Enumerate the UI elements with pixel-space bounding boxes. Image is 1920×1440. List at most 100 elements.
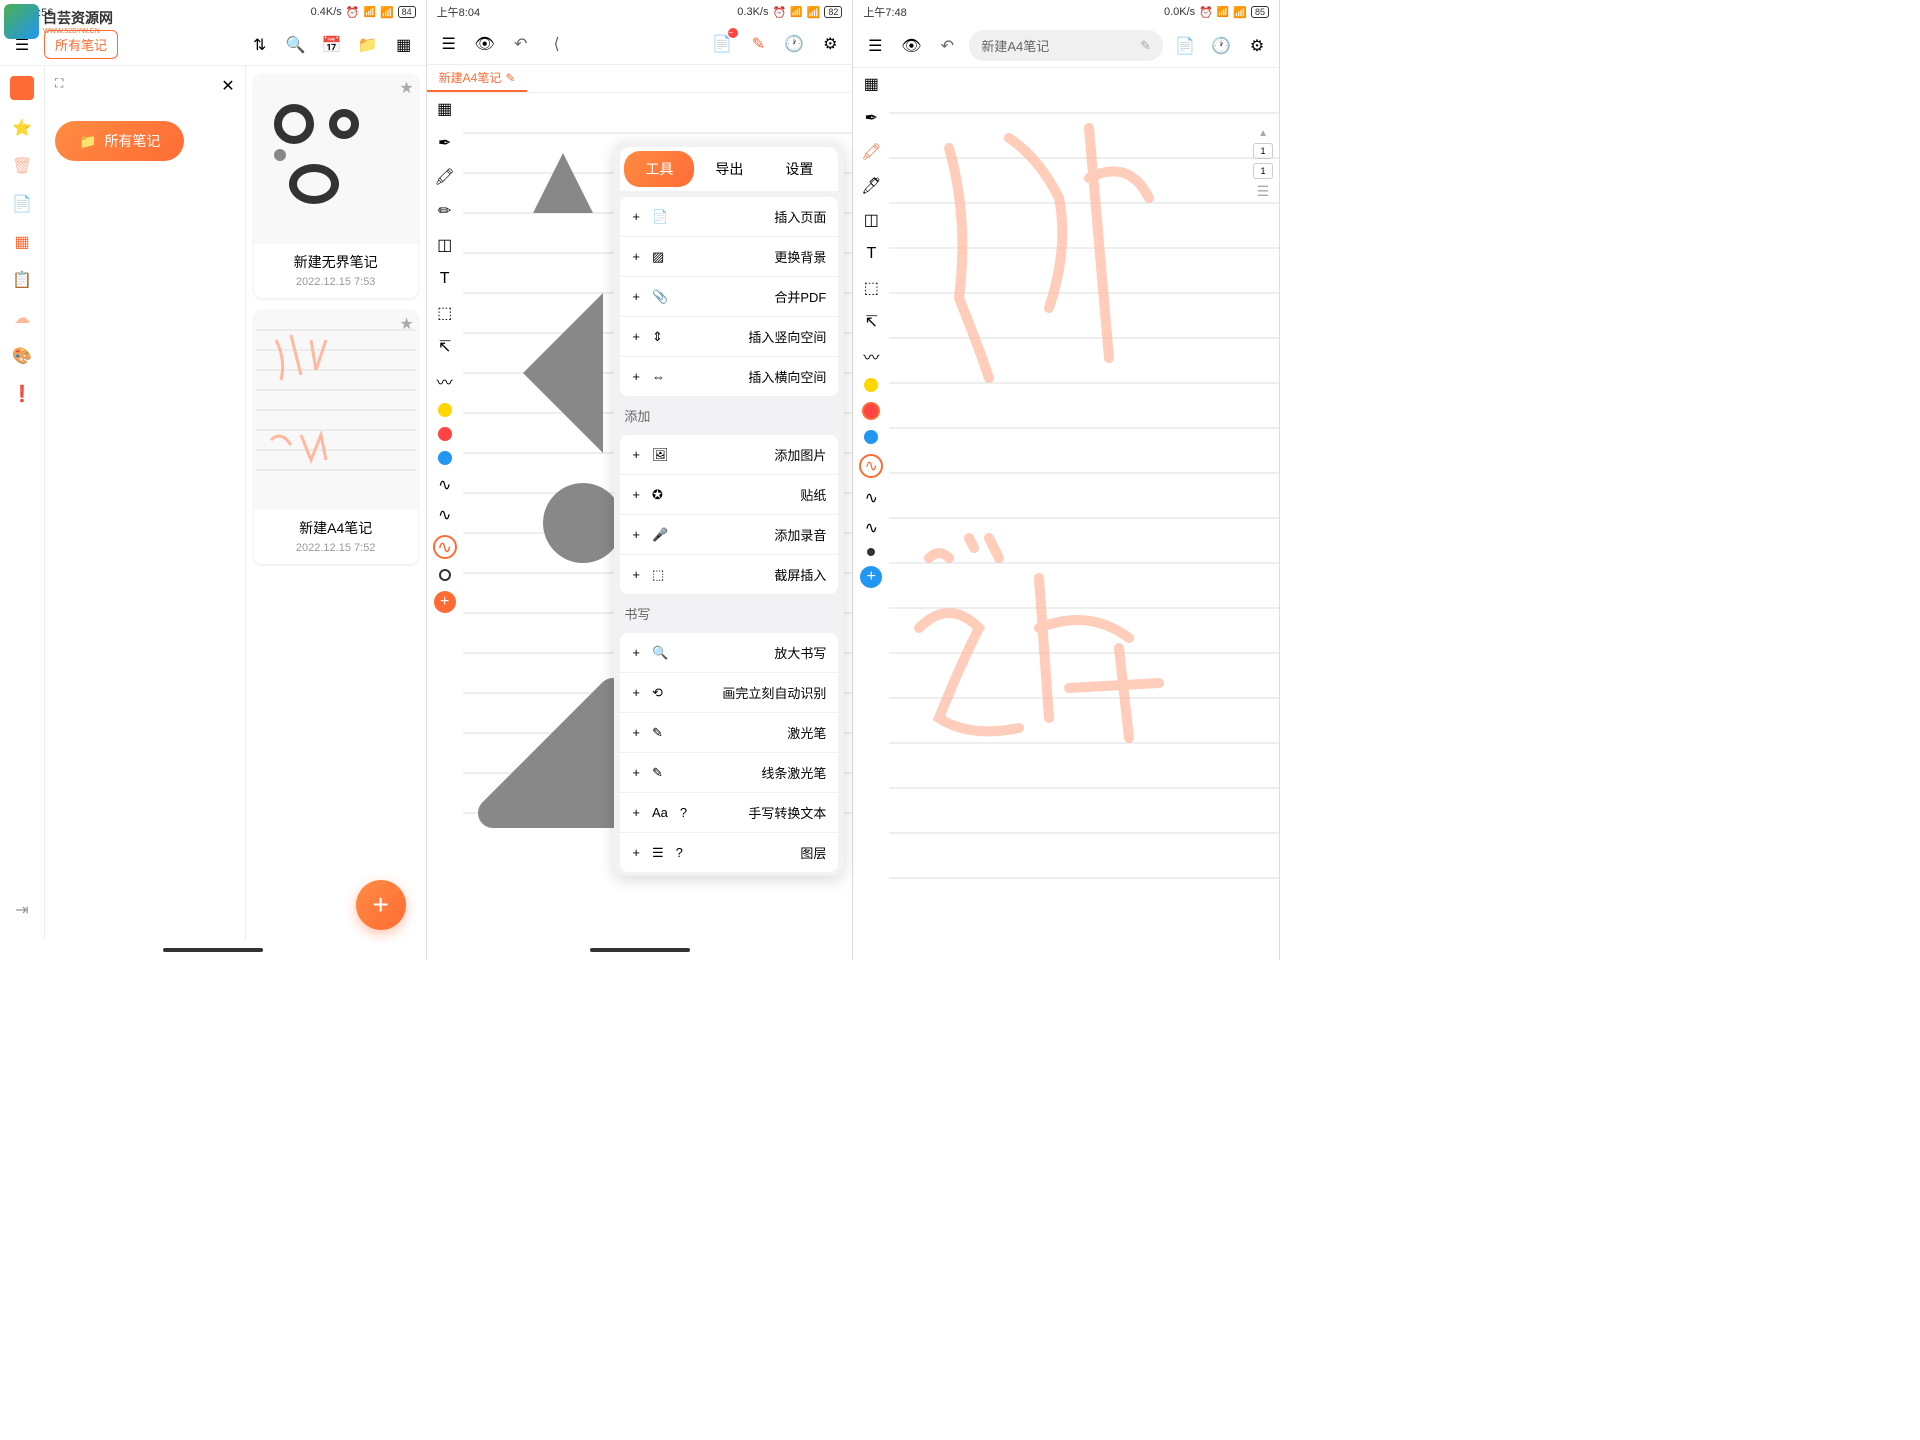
note-card[interactable]: ★ 新建A4笔记 2022.12.15 7:5 — [254, 310, 418, 564]
calendar-icon[interactable]: 📅 — [318, 31, 346, 59]
clock-icon[interactable]: 🕐 — [1207, 32, 1235, 60]
sort-icon[interactable]: ⇅ — [246, 31, 274, 59]
eye-icon[interactable]: 👁 — [897, 32, 925, 60]
folder-icon[interactable]: 📁 — [354, 31, 382, 59]
size-large[interactable] — [439, 569, 451, 581]
marker-icon[interactable]: 🖍 — [859, 140, 883, 164]
sidebar-notes-icon[interactable] — [10, 76, 34, 100]
popup-insert-h[interactable]: +⇔插入横向空间 — [620, 357, 838, 396]
wave-small-icon[interactable]: ∿ — [865, 518, 878, 538]
note-title-input[interactable]: 新建A4笔记 ✎ — [969, 30, 1163, 61]
canvas[interactable]: ▲ 1 1 ☰ — [889, 68, 1279, 960]
sidebar-alert-icon[interactable]: ❗ — [12, 384, 32, 404]
highlighter-icon[interactable]: 🖊 — [859, 174, 883, 198]
sidebar-copy-icon[interactable]: 📋 — [12, 270, 32, 290]
popup-tab-tools[interactable]: 工具 — [624, 151, 694, 187]
color-yellow[interactable] — [438, 403, 452, 417]
fountain-pen-icon[interactable]: ✒ — [859, 106, 883, 130]
popup-line-laser[interactable]: +✎线条激光笔 — [620, 753, 838, 793]
color-red[interactable] — [862, 402, 880, 420]
settings-icon[interactable]: ⚙ — [1243, 32, 1271, 60]
back-icon[interactable]: ⟨ — [543, 30, 571, 58]
sidebar-expand-icon[interactable]: ⇥ — [15, 900, 28, 920]
shapes-icon[interactable]: ▦ — [859, 72, 883, 96]
popup-layers[interactable]: +☰?图层 — [620, 833, 838, 872]
edit-title-icon[interactable]: ✎ — [1140, 38, 1151, 54]
wave-icon[interactable]: 〰 — [859, 344, 883, 368]
popup-hand-to-text[interactable]: +Aa?手写转换文本 — [620, 793, 838, 833]
pen-icon[interactable]: ✎ — [744, 30, 772, 58]
sidebar-apps-icon[interactable]: ▦ — [14, 232, 29, 252]
wave-selected-icon[interactable]: ∿ — [859, 454, 883, 478]
sidebar-doc-icon[interactable]: 📄 — [12, 194, 32, 214]
text-icon[interactable]: T — [433, 267, 457, 291]
popup-add-image[interactable]: +🖼添加图片 — [620, 435, 838, 475]
all-notes-folder-button[interactable]: 📁 所有笔记 — [55, 121, 184, 161]
color-red[interactable] — [438, 427, 452, 441]
wave-icon[interactable]: 〰 — [433, 369, 457, 393]
pointer-icon[interactable]: ↸ — [859, 310, 883, 334]
sidebar-trash-icon[interactable]: 🗑 — [12, 156, 32, 176]
sidebar-star-icon[interactable]: ⭐ — [12, 118, 32, 138]
popup-sticker[interactable]: +✪贴纸 — [620, 475, 838, 515]
color-yellow[interactable] — [864, 378, 878, 392]
menu-icon[interactable]: ☰ — [435, 30, 463, 58]
add-note-fab[interactable]: + — [356, 880, 406, 930]
popup-insert-v[interactable]: +⇕插入竖向空间 — [620, 317, 838, 357]
layers-mini-icon[interactable]: ☰ — [1257, 183, 1270, 200]
pointer-icon[interactable]: ↸ — [433, 335, 457, 359]
size-small[interactable] — [867, 548, 875, 556]
pencil-icon[interactable]: ✏ — [433, 199, 457, 223]
wave-med-icon[interactable]: ∿ — [865, 488, 878, 508]
close-panel-button[interactable]: ✕ — [221, 76, 234, 96]
eraser-icon[interactable]: ◫ — [433, 233, 457, 257]
wave-small-icon[interactable]: ∿ — [438, 475, 451, 495]
shapes-icon[interactable]: ▦ — [433, 97, 457, 121]
marker-icon[interactable]: 🖍 — [433, 165, 457, 189]
menu-icon[interactable]: ☰ — [861, 32, 889, 60]
star-icon[interactable]: ★ — [399, 314, 413, 334]
note-card[interactable]: ★ 新建无界笔记 2022.12.15 7:53 — [254, 74, 418, 298]
edit-tab-icon[interactable]: ✎ — [505, 71, 515, 85]
scroll-up-icon[interactable]: ▲ — [1258, 128, 1268, 139]
undo-icon[interactable]: ↶ — [933, 32, 961, 60]
search-icon[interactable]: 🔍 — [282, 31, 310, 59]
add-tool-button[interactable]: + — [860, 566, 882, 588]
add-page-icon[interactable]: 📄− — [708, 30, 736, 58]
clock-icon[interactable]: 🕐 — [780, 30, 808, 58]
add-page-icon[interactable]: 📄 — [1171, 32, 1199, 60]
lasso-icon[interactable]: ⬚ — [433, 301, 457, 325]
popup-zoom-write[interactable]: +🔍放大书写 — [620, 633, 838, 673]
star-icon[interactable]: ★ — [399, 78, 413, 98]
grid-icon[interactable]: ▦ — [390, 31, 418, 59]
eye-icon[interactable]: 👁 — [471, 30, 499, 58]
note-title: 新建A4笔记 — [254, 510, 418, 540]
color-blue[interactable] — [864, 430, 878, 444]
popup-merge-pdf[interactable]: +📎合并PDF — [620, 277, 838, 317]
popup-tab-settings[interactable]: 设置 — [764, 151, 834, 187]
fountain-pen-icon[interactable]: ✒ — [433, 131, 457, 155]
note-tab[interactable]: 新建A4笔记 ✎ — [427, 65, 528, 92]
popup-change-bg[interactable]: +▨更换背景 — [620, 237, 838, 277]
sidebar-palette-icon[interactable]: 🎨 — [12, 346, 32, 366]
undo-icon[interactable]: ↶ — [507, 30, 535, 58]
sidebar-cloud-icon[interactable]: ☁ — [14, 308, 30, 328]
wave-large-icon[interactable]: ∿ — [433, 535, 457, 559]
eraser-icon[interactable]: ◫ — [859, 208, 883, 232]
popup-add-audio[interactable]: +🎤添加录音 — [620, 515, 838, 555]
popup-tab-export[interactable]: 导出 — [694, 151, 764, 187]
popup-insert-page[interactable]: +📄插入页面 — [620, 197, 838, 237]
wave-med-icon[interactable]: ∿ — [438, 505, 451, 525]
page-scroll-indicator: ▲ 1 1 ☰ — [1253, 128, 1273, 200]
status-speed: 0.3K/s — [737, 6, 768, 18]
popup-laser[interactable]: +✎激光笔 — [620, 713, 838, 753]
collapse-icon[interactable]: ⛶ — [55, 76, 235, 91]
color-blue[interactable] — [438, 451, 452, 465]
plus-icon: + — [632, 447, 640, 462]
text-icon[interactable]: T — [859, 242, 883, 266]
popup-auto-recog[interactable]: +⟲画完立刻自动识别 — [620, 673, 838, 713]
settings-icon[interactable]: ⚙ — [816, 30, 844, 58]
popup-screenshot[interactable]: +⬚截屏插入 — [620, 555, 838, 594]
add-tool-button[interactable]: + — [434, 591, 456, 613]
lasso-icon[interactable]: ⬚ — [859, 276, 883, 300]
